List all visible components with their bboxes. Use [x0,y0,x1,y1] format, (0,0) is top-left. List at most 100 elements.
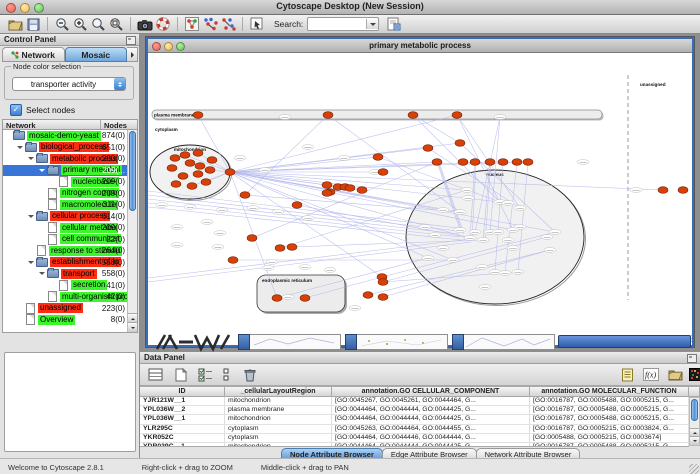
table-cell[interactable]: YDR039C__1 [140,443,225,447]
network-node[interactable] [247,235,257,242]
table-row[interactable]: YPL036W__1mitochondrion[GO:0044464, GO:0… [140,415,689,424]
table-cell[interactable]: YPL036W__2 [140,406,225,414]
gene-label-node[interactable] [549,230,561,235]
network-node[interactable] [408,112,418,119]
table-cell[interactable]: [GO:0044464, GO:0044444, GO:0044425, G..… [332,443,530,447]
column-network[interactable]: Network [3,120,101,129]
table-row[interactable]: YPL036W__2plasma membrane[GO:0044464, GO… [140,406,689,415]
expand-arrow-icon[interactable] [39,272,45,278]
minimized-window-2[interactable] [345,334,448,350]
expand-arrow-icon[interactable] [28,215,34,221]
column-header-2[interactable]: annotation.GO CELLULAR_COMPONENT [332,386,530,397]
network-node[interactable] [345,185,355,192]
network-node[interactable] [523,159,533,166]
save-session-icon[interactable] [24,16,42,32]
gene-label-node[interactable] [212,245,224,250]
network-node[interactable] [678,187,688,194]
tree-item-multi-organism-pro[interactable]: multi-organism pro42(0) [3,291,137,303]
open-session-icon[interactable] [6,16,24,32]
table-cell[interactable]: [GO:0016787, GO:0005488, GO:0005215, G..… [530,397,689,405]
gene-label-node[interactable] [494,115,506,120]
attribute-matrix-icon[interactable] [688,366,700,383]
gene-label-node[interactable] [454,228,466,233]
expand-arrow-icon[interactable] [28,157,34,163]
select-attributes-icon[interactable] [196,366,214,383]
column-header-3[interactable]: annotation.GO MOLECULAR_FUNCTION [530,386,689,397]
gene-label-node[interactable] [299,265,311,270]
gene-label-node[interactable] [479,285,491,290]
birds-eye-view[interactable] [4,352,136,452]
tree-item-cell-communicat[interactable]: cell communicat22(0) [3,234,137,246]
network-node[interactable] [292,202,302,209]
network-node[interactable] [300,295,310,302]
zoom-fit-icon[interactable] [107,16,125,32]
expand-arrow-icon[interactable] [28,261,34,267]
network-node[interactable] [322,182,332,189]
table-row[interactable]: YJR121W__1mitochondrion[GO:0045267, GO:0… [140,397,689,406]
gene-label-node[interactable] [171,243,183,248]
tree-item-response-to-stimulu[interactable]: response to stimulu264(0) [3,245,137,257]
network-node[interactable] [658,187,668,194]
table-cell[interactable]: YJR121W__1 [140,397,225,405]
table-cell[interactable]: [GO:0016787, GO:0005488, GO:0005215, G..… [530,443,689,447]
table-cell[interactable]: mitochondrion [225,415,332,423]
gene-label-node[interactable] [171,225,183,230]
control-panel-float-icon[interactable] [126,36,136,45]
network-node[interactable] [470,159,480,166]
network-node[interactable] [193,112,203,119]
network-node[interactable] [455,140,465,147]
network-node[interactable] [458,159,468,166]
tree-item-transport[interactable]: transport558(0) [3,268,137,280]
network-node[interactable] [171,181,181,188]
table-row[interactable]: YKR052Ccytoplasm[GO:0044464, GO:0044446,… [140,434,689,443]
gene-label-node[interactable] [544,248,556,253]
gene-label-node[interactable] [259,168,271,173]
network-node[interactable] [363,292,373,299]
network-window[interactable]: primary metabolic process plasma membran… [146,37,694,347]
network-node[interactable] [170,155,180,162]
gene-label-node[interactable] [437,208,449,213]
compartment-plasma-membrane[interactable] [152,110,602,119]
table-cell[interactable]: [GO:0044464, GO:0044444, GO:0044425, G..… [332,415,530,423]
network-node[interactable] [423,145,433,152]
table-cell[interactable]: YLR295C [140,425,225,433]
attribute-list-icon[interactable] [218,366,236,383]
select-nodes-checkbox[interactable]: ✓ [10,104,22,116]
tree-item-nucleobase-[interactable]: nucleobase-209(0) [3,176,137,188]
table-cell[interactable]: plasma membrane [225,406,332,414]
tree-item-metabolic-process[interactable]: metabolic process280(0) [3,153,137,165]
gene-label-node[interactable] [469,230,481,235]
tree-item-overview[interactable]: Overview8(0) [3,314,137,326]
tree-item-unassigned[interactable]: unassigned223(0) [3,303,137,315]
gene-label-node[interactable] [541,235,553,240]
gene-label-node[interactable] [477,238,489,243]
gene-label-node[interactable] [262,266,274,271]
expand-arrow-icon[interactable] [39,169,45,175]
annotation-select-icon[interactable] [248,16,266,32]
gene-label-node[interactable] [184,205,196,210]
search-dropdown-arrow-icon[interactable] [366,19,378,29]
network-node[interactable] [432,159,442,166]
network-node[interactable] [322,190,332,197]
minimized-window-1[interactable] [238,334,341,350]
table-row[interactable]: YDR039C__1mitochondrion[GO:0044464, GO:0… [140,443,689,447]
table-cell[interactable]: mitochondrion [225,443,332,447]
network-node[interactable] [323,112,333,119]
table-cell[interactable]: cytoplasm [225,425,332,433]
gene-label-node[interactable] [499,271,511,276]
network-node[interactable] [193,150,203,157]
gene-label-node[interactable] [429,233,441,238]
network-node[interactable] [185,160,195,167]
network-edge[interactable] [230,115,457,172]
table-cell[interactable]: [GO:0016787, GO:0005488, GO:0005215, G..… [530,406,689,414]
tree-item-nitrogen-compo[interactable]: nitrogen compo209(0) [3,188,137,200]
network-node[interactable] [378,294,388,301]
search-input[interactable] [310,19,366,29]
network-node[interactable] [201,179,211,186]
table-cell[interactable]: [GO:0045267, GO:0045261, GO:0044464, G..… [332,397,530,405]
table-row[interactable]: YLR295Ccytoplasm[GO:0045263, GO:0044464,… [140,425,689,434]
search-combobox[interactable] [307,17,379,31]
gene-label-node[interactable] [247,206,259,211]
table-cell[interactable]: [GO:0044464, GO:0044446, GO:0044444, G..… [332,434,530,442]
network-node[interactable] [275,245,285,252]
